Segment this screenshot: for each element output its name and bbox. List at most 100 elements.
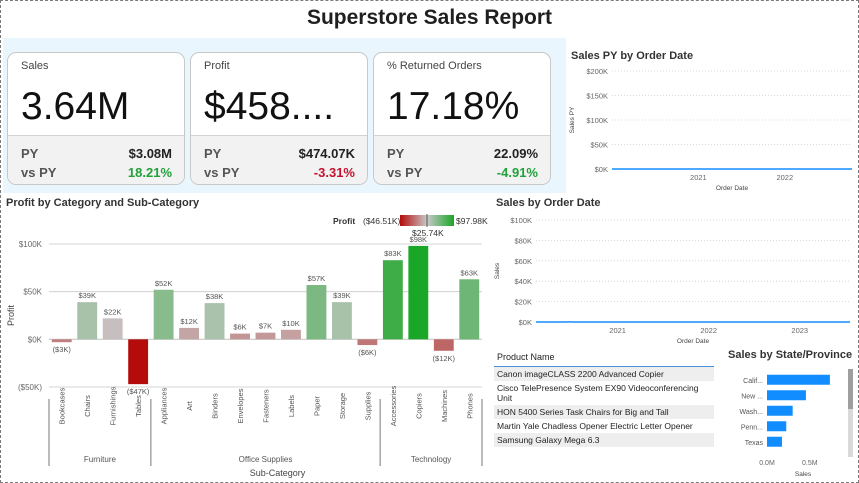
bar-appliances (153, 289, 174, 340)
group-label: Technology (411, 455, 451, 464)
product-table-body: Canon imageCLASS 2200 Advanced Copier Ci… (494, 367, 714, 447)
x-tick-label: Appliances (160, 387, 169, 424)
x-tick-label: Supplies (363, 391, 372, 420)
legend-min: ($46.51K) (363, 216, 400, 226)
table-row[interactable]: Canon imageCLASS 2200 Advanced Copier (494, 367, 714, 381)
x-tick-label: 2022 (776, 173, 793, 182)
y-tick-label: $200K (586, 67, 608, 76)
bar-fasteners (255, 332, 276, 340)
y-tick-label: New ... (741, 393, 763, 400)
bar-state (767, 374, 830, 385)
kpi-py-row: PY $474.07K (204, 146, 355, 161)
kpi-vs-row: vs PY -4.91% (387, 165, 538, 180)
y-tick-label: $100K (586, 116, 608, 125)
y-tick-label: Calif... (743, 378, 763, 385)
kpi-label: Sales (21, 60, 49, 72)
kpi-vs-row: vs PY -3.31% (204, 165, 355, 180)
x-tick-label: Copiers (414, 393, 423, 419)
bar-storage (331, 302, 352, 340)
kpi-py-value: 22.09% (493, 146, 538, 161)
bar-supplies (357, 339, 378, 346)
kpi-vs-row: vs PY 18.21% (21, 165, 172, 180)
y-axis-title: Sales PY (569, 106, 576, 133)
y-tick-label: $0K (28, 335, 43, 344)
x-tick-label: Envelopes (236, 388, 245, 423)
x-tick-label: Phones (465, 393, 474, 419)
product-table-header[interactable]: Product Name (494, 349, 714, 367)
x-tick-label: 2021 (690, 173, 707, 182)
data-label: $52K (155, 279, 173, 288)
y-tick-label: $0K (519, 318, 532, 327)
bar-art (179, 327, 200, 340)
y-tick-label: ($50K) (18, 383, 42, 392)
x-tick-label: Storage (338, 393, 347, 419)
table-row[interactable]: HON 5400 Series Task Chairs for Big and … (494, 405, 714, 419)
x-tick-label: Bookcases (58, 387, 67, 424)
scrollbar-thumb[interactable] (848, 369, 853, 409)
y-tick-label: $100K (19, 240, 43, 249)
sales-line-chart[interactable]: $0K $20K $40K $60K $80K $100K Sales 2021 2022 202… (492, 208, 854, 348)
y-tick-label: $0K (595, 165, 608, 174)
state-bar-chart[interactable]: Calif... New ... Wash... Penn... Texas 0.0M 0.… (724, 364, 848, 480)
kpi-label: % Returned Orders (387, 60, 482, 72)
kpi-card-returned-orders[interactable]: % Returned Orders 17.18% PY 22.09% vs PY -… (373, 52, 551, 185)
data-label: $12K (180, 317, 198, 326)
kpi-py-row: PY 22.09% (387, 146, 538, 161)
y-tick-label: Texas (745, 440, 764, 447)
data-label: $7K (259, 322, 272, 331)
data-label: ($12K) (433, 354, 456, 363)
kpi-value: $458.... (204, 85, 335, 128)
x-tick-label: 2021 (609, 326, 626, 335)
table-row[interactable]: Samsung Galaxy Mega 6.3 (494, 433, 714, 447)
table-row[interactable]: Martin Yale Chadless Opener Electric Let… (494, 419, 714, 433)
state-chart-title: Sales by State/Province (728, 349, 853, 361)
y-tick-label: $50K (23, 288, 42, 297)
x-axis-title: Order Date (716, 185, 749, 192)
profit-bar-chart[interactable]: ($50K) $0K $50K $100K Profit ($3K) Bookcases $3… (0, 236, 488, 480)
x-tick-label: Paper (312, 395, 321, 416)
bar-state (767, 390, 806, 401)
bar-phones (459, 279, 480, 340)
kpi-value: 17.18% (387, 85, 520, 128)
table-row[interactable]: Cisco TelePresence System EX90 Videoconf… (494, 381, 714, 405)
x-tick-label: Fasteners (262, 389, 271, 423)
x-tick-label: Binders (211, 393, 220, 419)
kpi-vs-label: vs PY (387, 165, 423, 180)
x-tick-label: 2022 (700, 326, 717, 335)
data-label: $39K (78, 291, 96, 300)
sales-py-line-chart[interactable]: $0K $50K $100K $150K $200K Sales PY 2021 2022 Or… (566, 62, 856, 196)
kpi-vs-label: vs PY (204, 165, 240, 180)
bar-machines (433, 339, 454, 351)
kpi-value: 3.64M (21, 85, 130, 128)
data-label: $63K (460, 268, 478, 277)
data-label: $83K (384, 249, 402, 258)
y-axis-title: Sales (494, 262, 501, 279)
bar-labels (281, 329, 301, 340)
kpi-card-sales[interactable]: Sales 3.64M PY $3.08M vs PY 18.21% (7, 52, 185, 185)
kpi-py-label: PY (387, 146, 405, 161)
bar-envelopes (230, 333, 250, 340)
data-label: $10K (282, 319, 300, 328)
data-label: $38K (206, 292, 224, 301)
legend-max: $97.98K (456, 216, 488, 226)
kpi-card-profit[interactable]: Profit $458.... PY $474.07K vs PY -3.31% (190, 52, 368, 185)
state-chart-scrollbar[interactable] (848, 369, 853, 457)
kpi-py-label: PY (204, 146, 222, 161)
kpi-footer: PY $3.08M vs PY 18.21% (8, 135, 184, 184)
data-label: $6K (233, 323, 246, 332)
bar-bookcases (51, 339, 72, 343)
bar-chairs (77, 302, 98, 340)
x-tick-label: 0.0M (759, 460, 775, 467)
bar-tables (128, 339, 149, 385)
kpi-py-value: $474.07K (298, 146, 355, 161)
x-tick-label: Labels (287, 395, 296, 417)
data-label: $98K (410, 236, 428, 244)
product-table[interactable]: Product Name Canon imageCLASS 2200 Advan… (494, 349, 714, 447)
kpi-py-row: PY $3.08M (21, 146, 172, 161)
data-label: ($47K) (127, 387, 150, 396)
y-tick-label: $100K (510, 216, 532, 225)
x-axis-title: Order Date (677, 338, 710, 345)
x-tick-label: 2023 (791, 326, 808, 335)
bar-paper (306, 284, 327, 340)
x-tick-label: Chairs (83, 395, 92, 417)
